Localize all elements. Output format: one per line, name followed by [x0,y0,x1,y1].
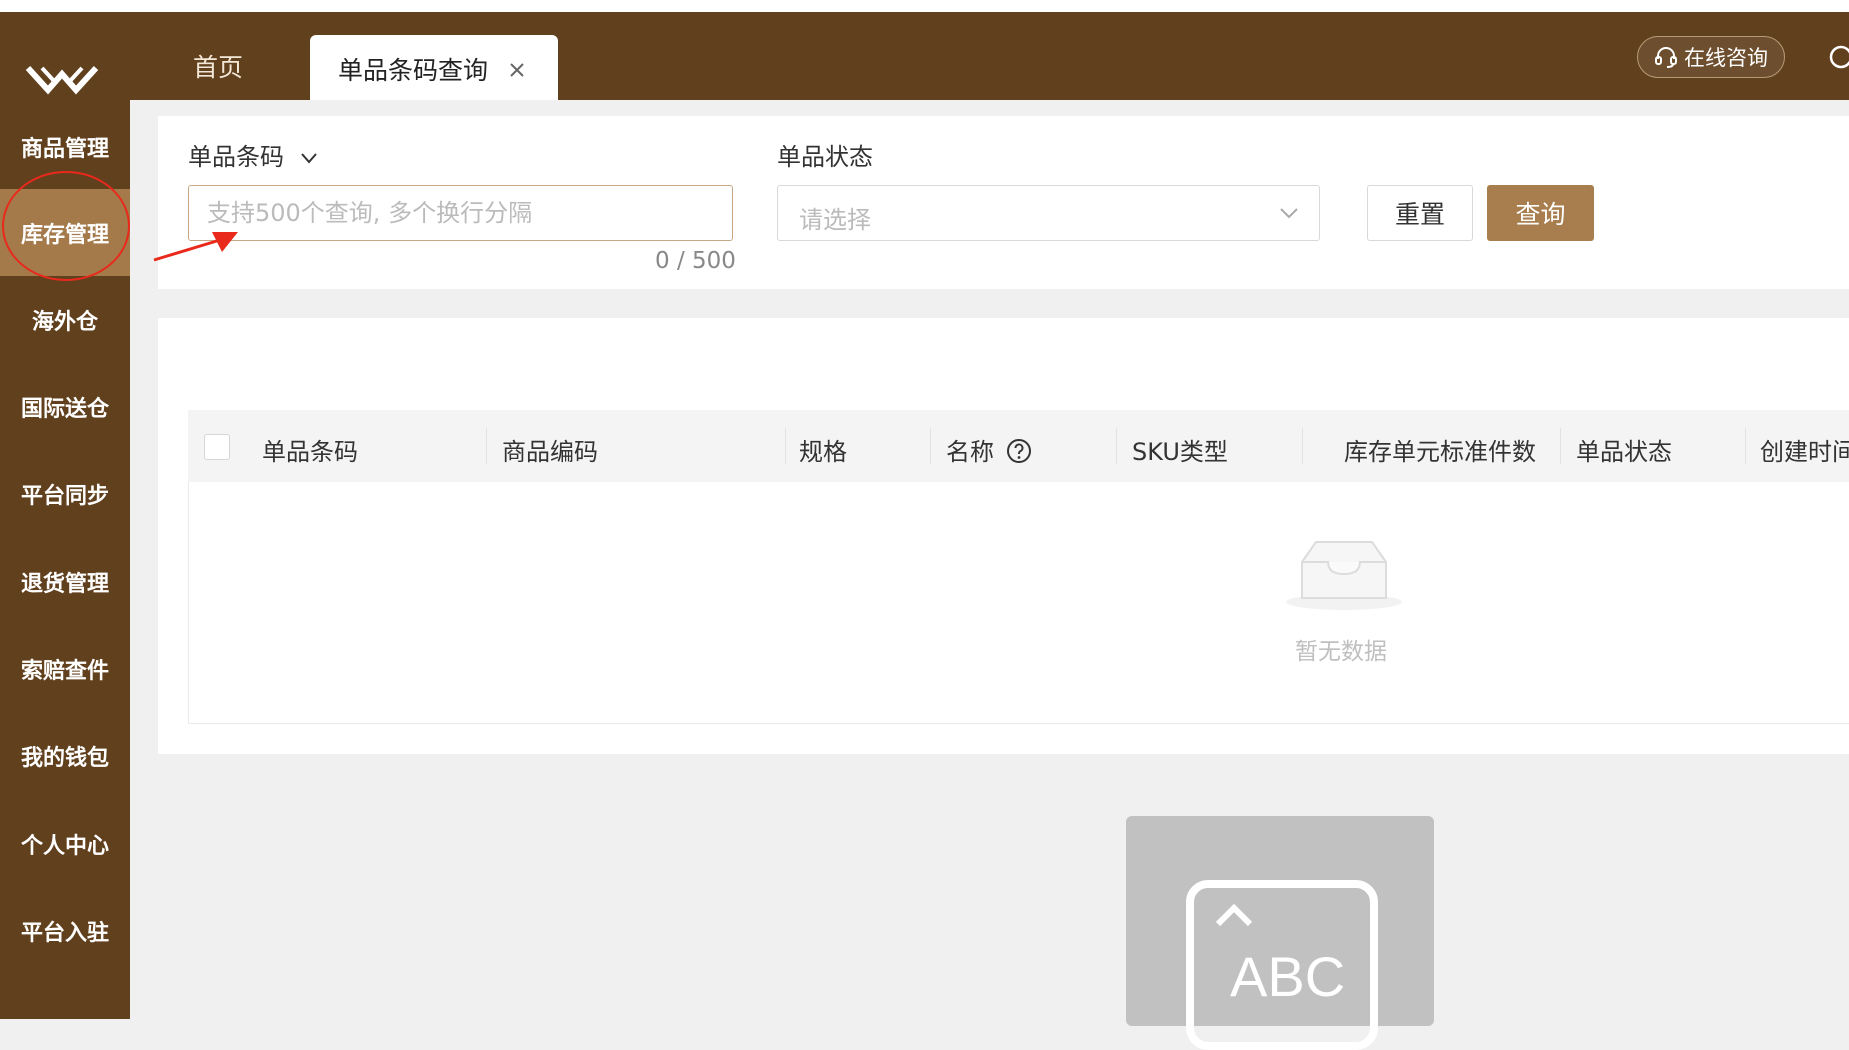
annotation-arrow-icon [153,232,238,262]
top-header: 首页 单品条码查询 在线咨询 [0,12,1849,100]
sidebar-item-claims[interactable]: 索赔查件 [0,625,130,712]
chevron-down-icon [1280,208,1298,219]
column-divider [486,428,487,464]
column-header-product-code[interactable]: 商品编码 [502,432,598,467]
search-icon[interactable] [1828,44,1849,70]
column-header-name-label: 名称 [946,438,994,466]
column-divider [785,428,786,464]
sidebar-item-label: 我的钱包 [20,745,109,771]
sidebar-item-label: 海外仓 [31,309,98,335]
sidebar-item-platform-join[interactable]: 平台入驻 [0,887,130,974]
table-header: 单品条码 商品编码 规格 名称 SKU类型 库存单元标准件数 单品状态 创建时间 [188,410,1849,482]
column-header-std-units[interactable]: 库存单元标准件数 [1344,432,1536,467]
empty-state-text: 暂无数据 [1295,639,1387,665]
tab-barcode-query[interactable]: 单品条码查询 [310,35,558,100]
sidebar-item-label: 平台同步 [20,483,109,509]
barcode-type-dropdown[interactable]: 单品条码 [188,137,318,172]
barcode-char-counter: 0 / 500 [655,248,736,274]
sidebar-item-label: 国际送仓 [20,396,109,422]
tab-home[interactable]: 首页 [193,48,243,84]
column-divider [1116,428,1117,464]
caret-up-icon [1215,904,1253,927]
barcode-search-input[interactable] [188,185,733,241]
window-top-strip [0,0,1849,12]
reset-button[interactable]: 重置 [1367,185,1473,241]
column-header-name[interactable]: 名称 [946,432,1032,467]
column-header-barcode[interactable]: 单品条码 [262,432,358,467]
help-circle-icon[interactable] [1006,438,1032,464]
column-header-sku-type[interactable]: SKU类型 [1132,432,1228,467]
column-divider [1745,428,1746,464]
sidebar-item-platform-sync[interactable]: 平台同步 [0,450,130,537]
column-divider [1560,428,1561,464]
headset-icon [1655,47,1677,68]
status-select-placeholder: 请选择 [799,206,871,234]
sidebar-item-wallet[interactable]: 我的钱包 [0,712,130,799]
column-header-status[interactable]: 单品状态 [1576,432,1672,467]
sidebar-item-overseas-warehouse[interactable]: 海外仓 [0,276,130,363]
sidebar-item-label: 平台入驻 [20,920,109,946]
sidebar-item-personal-center[interactable]: 个人中心 [0,800,130,887]
tab-home-label: 首页 [193,53,244,82]
ime-mode-label: ABC [1230,945,1346,1008]
column-header-spec[interactable]: 规格 [799,432,847,467]
sidebar-item-label: 索赔查件 [20,658,109,684]
query-button[interactable]: 查询 [1487,185,1594,241]
annotation-circle [2,171,130,281]
column-divider [930,428,931,464]
status-select[interactable]: 请选择 [777,185,1320,241]
keyboard-key-icon: ABC [1186,880,1378,1050]
sidebar-item-returns[interactable]: 退货管理 [0,538,130,625]
ime-indicator-panel: ABC [1126,816,1434,1050]
select-all-checkbox[interactable] [204,434,230,460]
tab-barcode-query-label: 单品条码查询 [338,56,489,85]
status-label: 单品状态 [777,143,873,171]
reset-button-label: 重置 [1394,200,1445,229]
sidebar-item-label: 个人中心 [20,833,109,859]
online-consult-label: 在线咨询 [1684,46,1768,70]
empty-inbox-icon [1286,541,1402,610]
close-icon[interactable] [506,59,528,81]
online-consult-button[interactable]: 在线咨询 [1637,36,1785,78]
chevron-down-icon [300,153,317,164]
barcode-label: 单品条码 [188,143,284,171]
column-header-created-time[interactable]: 创建时间 [1760,432,1849,467]
brand-w-logo-icon[interactable] [20,50,110,100]
query-button-label: 查询 [1515,200,1566,229]
sidebar-item-label: 退货管理 [20,571,109,597]
sidebar-item-international-delivery[interactable]: 国际送仓 [0,363,130,450]
table-body [188,482,1849,724]
sidebar-item-label: 商品管理 [20,136,109,162]
column-divider [1302,428,1303,464]
